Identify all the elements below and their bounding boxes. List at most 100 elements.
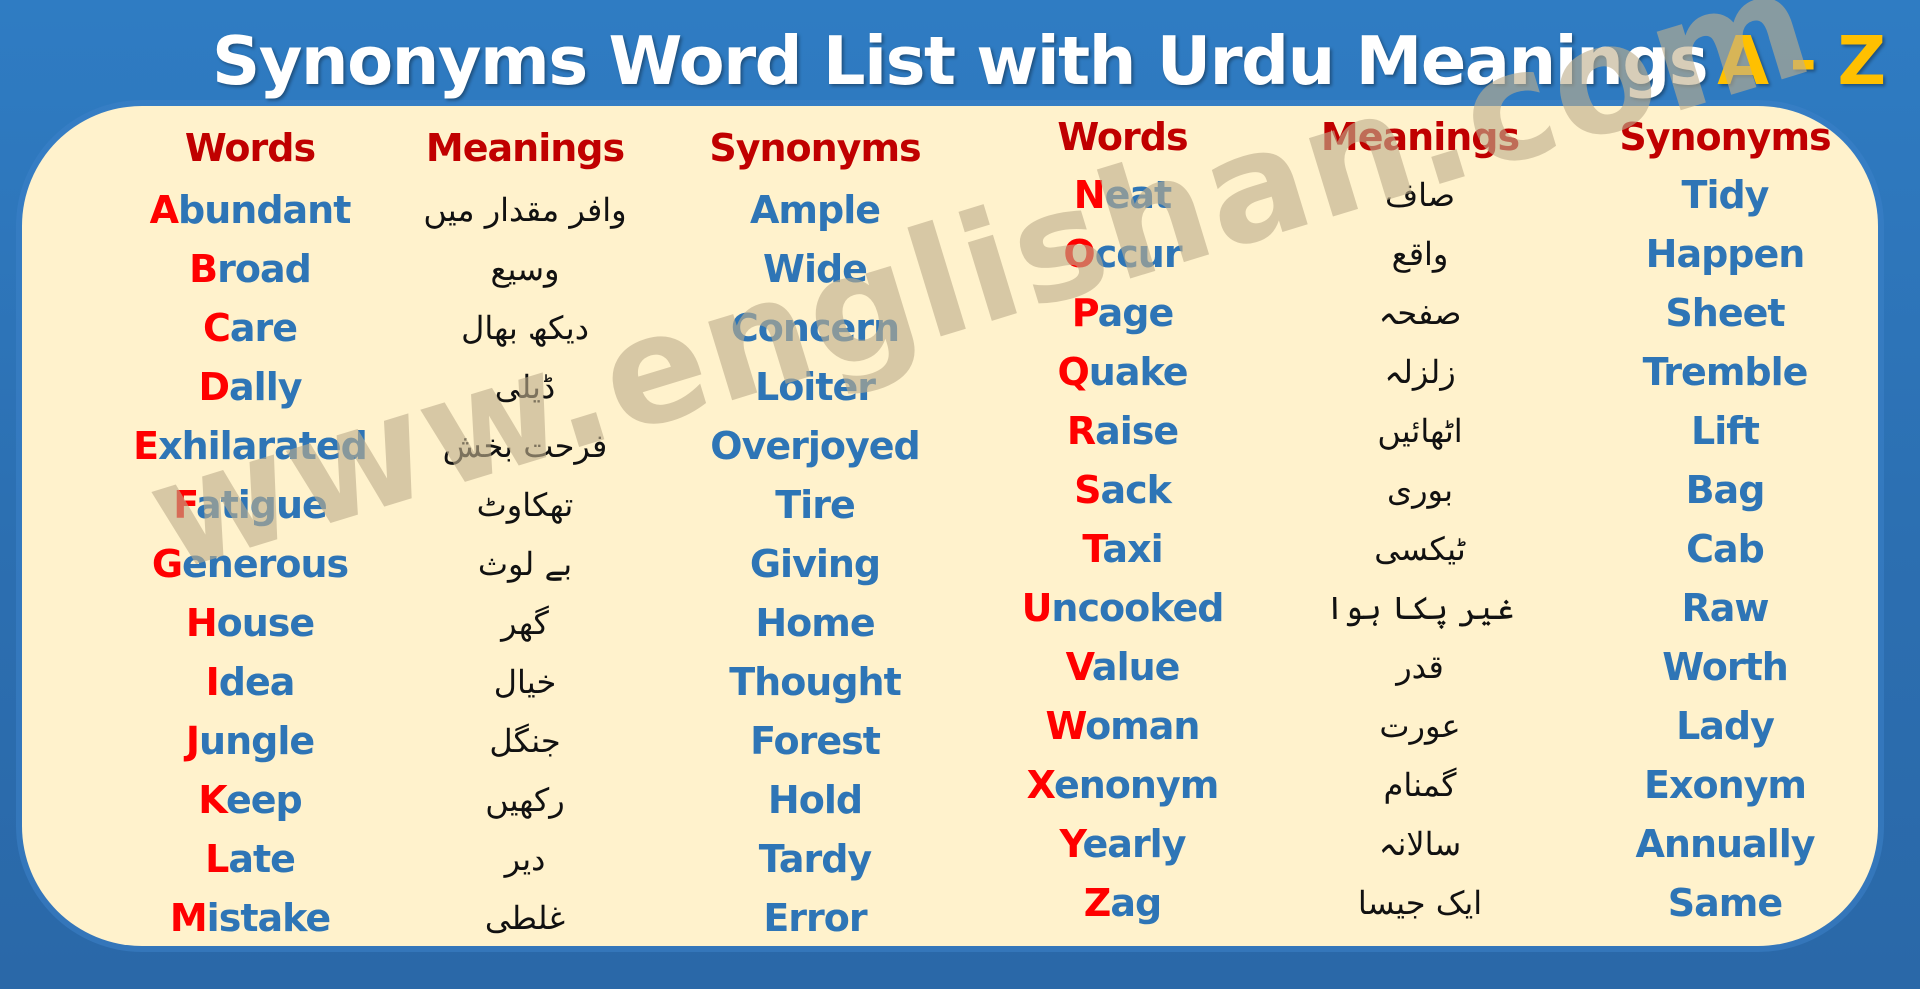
word-initial-letter: Y (1059, 822, 1084, 866)
urdu-meaning: ڈیلی (494, 368, 556, 406)
urdu-meaning: رکھیں (485, 781, 565, 819)
header-words: Words (1057, 115, 1188, 159)
word-initial-letter: M (169, 896, 208, 940)
word-remainder: ag (1110, 881, 1162, 925)
header-meanings: Meanings (1320, 115, 1520, 159)
word-initial-letter: Q (1057, 350, 1089, 394)
synonym-entry: Tire (775, 483, 855, 527)
word-initial-letter: P (1071, 291, 1099, 335)
word-initial-letter: L (205, 837, 229, 881)
word-remainder: are (229, 306, 298, 350)
word-entry: Late (110, 830, 390, 889)
word-entry: Mistake (110, 889, 390, 948)
word-entry: Uncooked (980, 579, 1265, 638)
word-remainder: early (1082, 822, 1187, 866)
word-remainder: ally (229, 365, 302, 409)
word-initial-letter: O (1063, 232, 1095, 276)
urdu-meaning: ایک جیسا (1357, 884, 1483, 922)
word-initial-letter: D (198, 365, 230, 409)
word-entry: Zag (980, 874, 1265, 933)
urdu-meaning: جنگل (489, 722, 561, 760)
word-remainder: eat (1104, 173, 1173, 217)
urdu-meaning: بوری (1387, 471, 1453, 509)
synonym-entry: Happen (1645, 232, 1806, 276)
word-initial-letter: S (1074, 468, 1101, 512)
word-remainder: ungle (199, 719, 315, 763)
word-remainder: oman (1085, 704, 1200, 748)
word-entry: Broad (110, 240, 390, 299)
word-initial-letter: C (202, 306, 231, 350)
word-entry: Idea (110, 653, 390, 712)
word-entry: Abundant (110, 181, 390, 240)
synonym-entry: Thought (729, 660, 902, 704)
word-initial-letter: W (1045, 704, 1087, 748)
synonym-entry: Lift (1691, 409, 1760, 453)
word-initial-letter: N (1073, 173, 1106, 217)
right-words-column: Words Neat Occur Page Quake Raise Sack Taxi Unc… (980, 107, 1265, 933)
synonym-entry: Exonym (1644, 763, 1807, 807)
word-initial-letter: V (1065, 645, 1093, 689)
word-remainder: age (1097, 291, 1175, 335)
word-remainder: axi (1102, 527, 1163, 571)
urdu-meaning: بے لوث (477, 545, 573, 583)
synonym-entry: Home (755, 601, 875, 645)
header-meanings: Meanings (425, 126, 625, 170)
urdu-meaning: فرحت بخش (442, 427, 608, 465)
urdu-meaning: وافر مقدار میں (423, 191, 627, 229)
word-remainder: bundant (178, 188, 351, 232)
urdu-meaning: صاف (1384, 176, 1456, 214)
left-words-column: Words Abundant Broad Care Dally Exhilarated F… (110, 118, 390, 948)
word-initial-letter: A (149, 188, 179, 232)
urdu-meaning: تھکاوٹ (476, 486, 574, 524)
title-range: A - Z (1717, 22, 1886, 100)
synonym-entry: Overjoyed (710, 424, 920, 468)
word-entry: Page (980, 284, 1265, 343)
word-remainder: ccur (1094, 232, 1183, 276)
word-remainder: uake (1088, 350, 1189, 394)
word-initial-letter: B (189, 247, 218, 291)
urdu-meaning: خیال (493, 663, 557, 701)
synonym-entry: Giving (749, 542, 881, 586)
word-initial-letter: J (185, 719, 200, 763)
word-entry: Yearly (980, 815, 1265, 874)
urdu-meaning: گمنام (1383, 766, 1457, 804)
word-initial-letter: H (185, 601, 218, 645)
word-entry: Fatigue (110, 476, 390, 535)
word-initial-letter: K (198, 778, 227, 822)
synonym-entry: Bag (1685, 468, 1766, 512)
synonym-entry: Error (763, 896, 867, 940)
left-synonyms-column: Synonyms Ample Wide Concern Loiter Overjoyed… (680, 118, 950, 948)
word-entry: Quake (980, 343, 1265, 402)
urdu-meaning: سالانہ (1378, 825, 1462, 863)
word-initial-letter: X (1026, 763, 1055, 807)
word-entry: Occur (980, 225, 1265, 284)
word-entry: Sack (980, 461, 1265, 520)
word-initial-letter: U (1021, 586, 1053, 630)
urdu-meaning: غلطی (484, 899, 566, 937)
urdu-meaning: ٹیکسی (1374, 530, 1466, 568)
title-main: Synonyms Word List with Urdu Meanings (212, 22, 1709, 100)
synonym-entry: Concern (730, 306, 900, 350)
word-entry: Woman (980, 697, 1265, 756)
urdu-meaning: گھر (501, 604, 549, 642)
header-synonyms: Synonyms (1619, 115, 1831, 159)
urdu-meaning: غیر پکا ہوا (1325, 589, 1515, 627)
word-remainder: eep (226, 778, 303, 822)
synonym-entry: Same (1667, 881, 1783, 925)
urdu-meaning: دیکھ بھال (461, 309, 589, 347)
word-remainder: aise (1095, 409, 1179, 453)
urdu-meaning: وسیع (490, 250, 560, 288)
word-initial-letter: I (205, 660, 220, 704)
word-remainder: xhilarated (158, 424, 368, 468)
synonym-entry: Raw (1681, 586, 1769, 630)
header-synonyms: Synonyms (709, 126, 921, 170)
word-entry: Generous (110, 535, 390, 594)
word-initial-letter: T (1082, 527, 1103, 571)
urdu-meaning: عورت (1379, 707, 1461, 745)
word-entry: Jungle (110, 712, 390, 771)
word-initial-letter: E (133, 424, 159, 468)
right-synonyms-column: Synonyms Tidy Happen Sheet Tremble Lift Bag Ca… (1590, 107, 1860, 933)
word-initial-letter: Z (1083, 881, 1112, 925)
page-title: Synonyms Word List with Urdu Meanings A -… (212, 22, 1886, 100)
word-remainder: istake (206, 896, 331, 940)
